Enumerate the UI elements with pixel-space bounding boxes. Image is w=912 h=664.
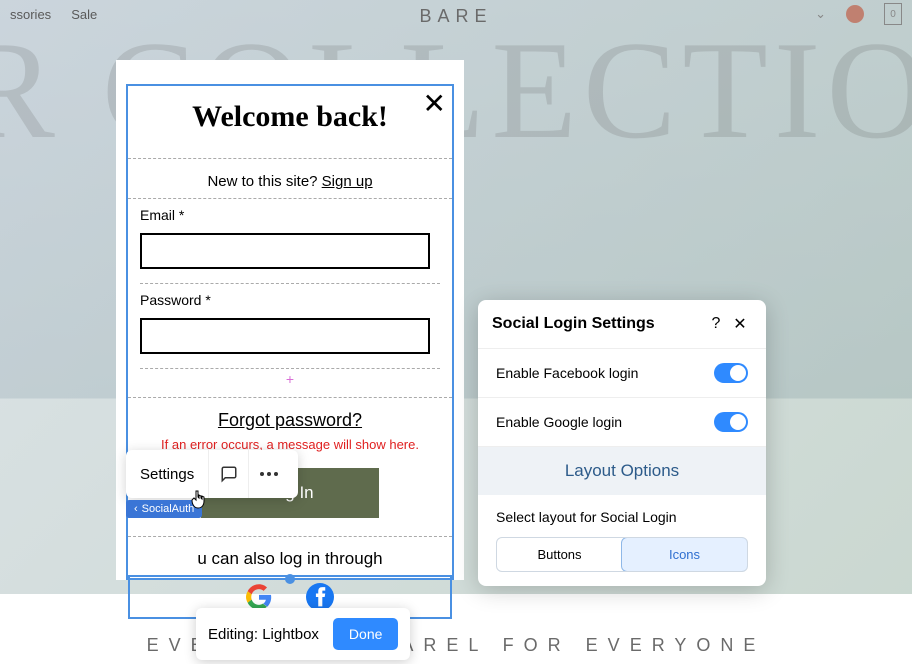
- layout-description: Select layout for Social Login: [496, 509, 748, 525]
- comment-icon[interactable]: [208, 450, 248, 498]
- lightbox-title: Welcome back!: [128, 100, 452, 134]
- google-icon[interactable]: [246, 584, 272, 610]
- done-button[interactable]: Done: [333, 618, 398, 650]
- editing-label: Editing: Lightbox: [208, 626, 319, 643]
- signup-link[interactable]: Sign up: [322, 173, 373, 190]
- toggle-fb-label: Enable Facebook login: [496, 365, 714, 381]
- social-login-heading: u can also log in through: [128, 549, 452, 569]
- element-toolbar: Settings: [126, 450, 298, 498]
- nav-link-accessories[interactable]: ssories: [10, 7, 51, 22]
- social-login-settings-panel: Social Login Settings ? ✕ Enable Faceboo…: [478, 300, 766, 586]
- chevron-left-icon: ‹: [134, 503, 138, 515]
- settings-button[interactable]: Settings: [126, 466, 208, 483]
- email-label: Email *: [140, 207, 440, 223]
- toggle-facebook[interactable]: [714, 363, 748, 383]
- footer-tagline: EVERYDAY APPAREL FOR EVERYONE: [0, 635, 912, 656]
- more-icon[interactable]: [248, 450, 288, 498]
- nav-link-sale[interactable]: Sale: [71, 7, 97, 22]
- panel-title: Social Login Settings: [492, 315, 704, 333]
- close-panel-icon[interactable]: ✕: [728, 314, 752, 334]
- password-field[interactable]: [140, 318, 430, 354]
- layout-option-buttons[interactable]: Buttons: [497, 538, 622, 571]
- add-element-icon[interactable]: +: [128, 371, 452, 387]
- facebook-icon[interactable]: [306, 583, 334, 611]
- password-label: Password *: [140, 292, 440, 308]
- layout-option-icons[interactable]: Icons: [621, 537, 748, 572]
- layout-options-header: Layout Options: [478, 447, 766, 495]
- close-icon[interactable]: ✕: [423, 90, 446, 118]
- forgot-password-link[interactable]: Forgot password?: [128, 397, 452, 431]
- shopping-bag-icon[interactable]: 0: [884, 3, 902, 25]
- toggle-google-label: Enable Google login: [496, 414, 714, 430]
- resize-handle[interactable]: [285, 574, 295, 584]
- brand-logo: BARE: [419, 6, 492, 27]
- editing-mode-bar: Editing: Lightbox Done: [196, 608, 410, 660]
- email-field[interactable]: [140, 233, 430, 269]
- help-icon[interactable]: ?: [704, 315, 728, 333]
- avatar[interactable]: [846, 5, 864, 23]
- toggle-google[interactable]: [714, 412, 748, 432]
- layout-segmented-control: Buttons Icons: [496, 537, 748, 572]
- chevron-down-icon[interactable]: ⌄: [815, 6, 826, 22]
- element-badge[interactable]: ‹ SocialAuth: [126, 500, 202, 518]
- signup-prompt: New to this site? Sign up: [128, 158, 452, 199]
